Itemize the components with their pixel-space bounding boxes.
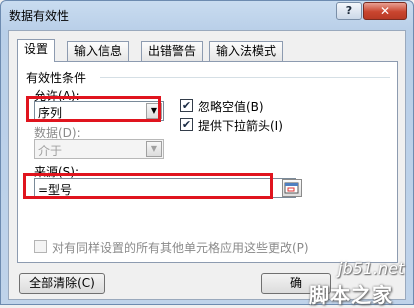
watermark-name: 脚本之家 [309,283,393,307]
tab-settings[interactable]: 设置 [17,39,56,62]
ignore-blank-label: 忽略空值(B) [198,100,264,114]
title-bar[interactable]: 数据有效性 ? ✕ [1,1,413,29]
data-select[interactable]: 介于 ▼ [34,139,164,159]
tab-ime-mode[interactable]: 输入法模式 [209,41,284,61]
dialog-title: 数据有效性 [9,9,70,23]
tab-input-message[interactable]: 输入信息 [67,41,130,61]
range-select-icon [284,182,299,194]
validation-criteria-title: 有效性条件 [26,71,87,85]
settings-panel: 有效性条件 允许(A): 序列 ▼ ✔ 忽略空值(B) ✔ 提供下拉箭头(I) … [17,61,398,263]
checkmark-icon: ✔ [181,118,192,131]
ignore-blank-checkbox[interactable]: ✔ [180,99,193,112]
data-select-value: 介于 [38,144,63,158]
clear-all-button[interactable]: 全部清除(C) [19,273,105,294]
allow-highlight-box [26,96,161,122]
collapse-dialog-button[interactable] [282,179,302,197]
section-divider [100,77,390,78]
help-icon: ? [345,4,353,17]
apply-all-label: 对有同样设置的所有其他单元格应用这些更改(P) [52,241,309,255]
tab-error-alert[interactable]: 出错警告 [141,41,204,61]
help-button[interactable]: ? [336,2,362,20]
watermark-domain: jb51.net [338,259,405,278]
site-watermark: jb51.net 脚本之家 [301,259,414,307]
in-cell-dropdown-checkbox[interactable]: ✔ [180,118,193,131]
chevron-down-icon[interactable]: ▼ [146,141,162,157]
data-validation-dialog: 数据有效性 ? ✕ 设置 输入信息 出错警告 输入法模式 有效性条件 允许(A)… [0,0,414,307]
close-icon: ✕ [379,4,391,18]
apply-all-checkbox[interactable] [34,240,47,253]
in-cell-dropdown-label: 提供下拉箭头(I) [198,119,283,133]
checkmark-icon: ✔ [181,99,192,112]
close-button[interactable]: ✕ [363,2,407,20]
source-highlight-box [23,173,273,199]
